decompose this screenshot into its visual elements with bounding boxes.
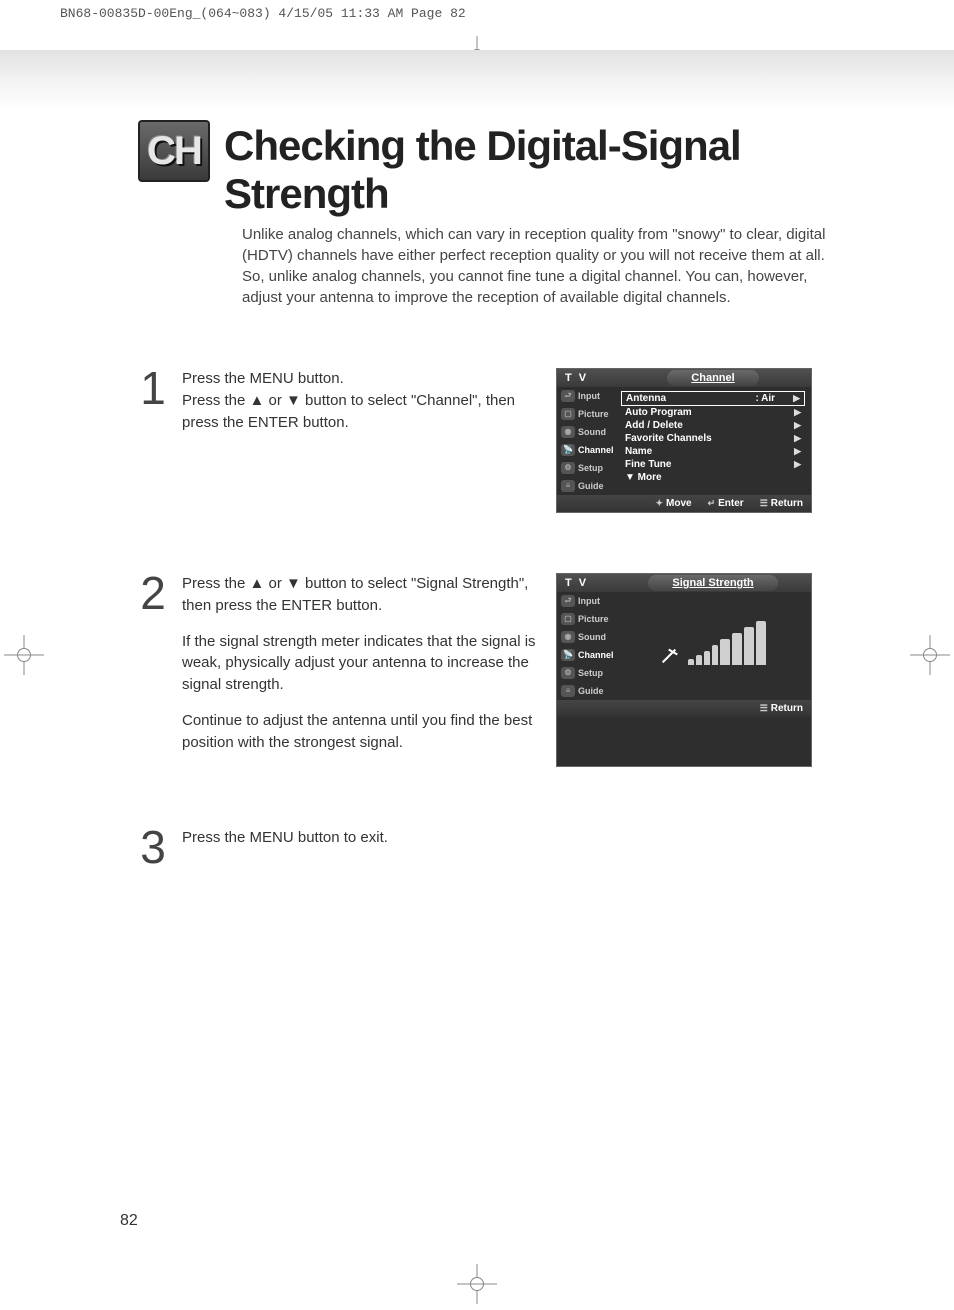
input-icon: ⮐ [561, 595, 575, 607]
tv-label: T V [557, 369, 615, 387]
signal-bar [688, 659, 694, 665]
footer-move: Move [666, 498, 692, 509]
step-2-line1: Press the ▲ or ▼ button to select "Signa… [182, 573, 538, 617]
signal-bar [696, 655, 702, 665]
side-input: ⮐Input [557, 387, 615, 405]
side-picture: ▢Picture [557, 610, 615, 628]
step-1: 1 Press the MENU button. Press the ▲ or … [138, 368, 834, 513]
side-channel: 📡Channel [557, 646, 615, 664]
row-antenna: Antenna : Air▶ [621, 391, 805, 406]
section-badge: CH [138, 120, 210, 182]
arrow-right-icon: ▶ [794, 420, 801, 431]
return-icon: ☰ [760, 703, 768, 714]
row-fine-tune: Fine Tune▶ [621, 458, 805, 471]
side-setup: ⚙Setup [557, 664, 615, 682]
intro-text: Unlike analog channels, which can vary i… [242, 224, 832, 308]
guide-icon: ≡ [561, 480, 575, 492]
signal-bar [704, 651, 710, 665]
step-1-line2: Press the ▲ or ▼ button to select "Chann… [182, 392, 515, 431]
side-channel: 📡Channel [557, 441, 615, 459]
arrow-right-icon: ▶ [793, 393, 800, 404]
side-setup: ⚙Setup [557, 459, 615, 477]
signal-bar [756, 621, 766, 665]
setup-icon: ⚙ [561, 667, 575, 679]
signal-bar [720, 639, 730, 665]
picture-icon: ▢ [561, 613, 575, 625]
return-icon: ☰ [760, 498, 768, 509]
section-badge-text: CH [147, 129, 201, 174]
signal-strength-meter [615, 592, 811, 700]
step-3: 3 Press the MENU button to exit. [138, 827, 834, 868]
step-2-line3: Continue to adjust the antenna until you… [182, 710, 538, 754]
row-name: Name▶ [621, 445, 805, 458]
guide-icon: ≡ [561, 685, 575, 697]
arrow-right-icon: ▶ [794, 407, 801, 418]
tv-menu-channel: T V Channel ⮐Input ▢Picture ◉Sound 📡Chan… [556, 368, 812, 513]
side-guide: ≡Guide [557, 477, 615, 495]
arrow-right-icon: ▶ [794, 446, 801, 457]
row-auto-program: Auto Program▶ [621, 406, 805, 419]
step-2-number: 2 [138, 573, 168, 767]
sound-icon: ◉ [561, 426, 575, 438]
page-number: 82 [120, 1212, 138, 1230]
arrow-right-icon: ▶ [794, 433, 801, 444]
channel-icon: 📡 [561, 649, 575, 661]
signal-bar [744, 627, 754, 665]
footer-return: Return [771, 703, 803, 714]
signal-bar [712, 645, 718, 665]
step-2: 2 Press the ▲ or ▼ button to select "Sig… [138, 573, 834, 767]
tv-label: T V [557, 574, 615, 592]
arrow-right-icon: ▶ [794, 459, 801, 470]
step-2-line2: If the signal strength meter indicates t… [182, 631, 538, 696]
footer-return: Return [771, 498, 803, 509]
step-1-line1: Press the MENU button. [182, 370, 344, 387]
row-favorite: Favorite Channels▶ [621, 432, 805, 445]
input-icon: ⮐ [561, 390, 575, 402]
sound-icon: ◉ [561, 631, 575, 643]
row-add-delete: Add / Delete▶ [621, 419, 805, 432]
header-band [0, 50, 954, 110]
side-input: ⮐Input [557, 592, 615, 610]
side-sound: ◉Sound [557, 628, 615, 646]
print-header: BN68-00835D-00Eng_(064~083) 4/15/05 11:3… [60, 6, 466, 21]
row-more: ▼ More [621, 471, 805, 484]
signal-bar [732, 633, 742, 665]
picture-icon: ▢ [561, 408, 575, 420]
antenna-icon [660, 643, 682, 665]
footer-enter: Enter [718, 498, 744, 509]
page-title: Checking the Digital-Signal Strength [224, 122, 834, 218]
tv-menu-title: Signal Strength [648, 575, 777, 591]
step-3-number: 3 [138, 827, 168, 868]
step-1-number: 1 [138, 368, 168, 513]
tv-menu-title: Channel [667, 370, 758, 386]
enter-icon: ↵ [708, 498, 716, 509]
side-sound: ◉Sound [557, 423, 615, 441]
side-guide: ≡Guide [557, 682, 615, 700]
setup-icon: ⚙ [561, 462, 575, 474]
step-3-line1: Press the MENU button to exit. [182, 827, 388, 849]
tv-menu-signal: T V Signal Strength ⮐Input ▢Picture ◉Sou… [556, 573, 812, 767]
move-icon: ✦ [655, 498, 663, 509]
channel-icon: 📡 [561, 444, 575, 456]
side-picture: ▢Picture [557, 405, 615, 423]
